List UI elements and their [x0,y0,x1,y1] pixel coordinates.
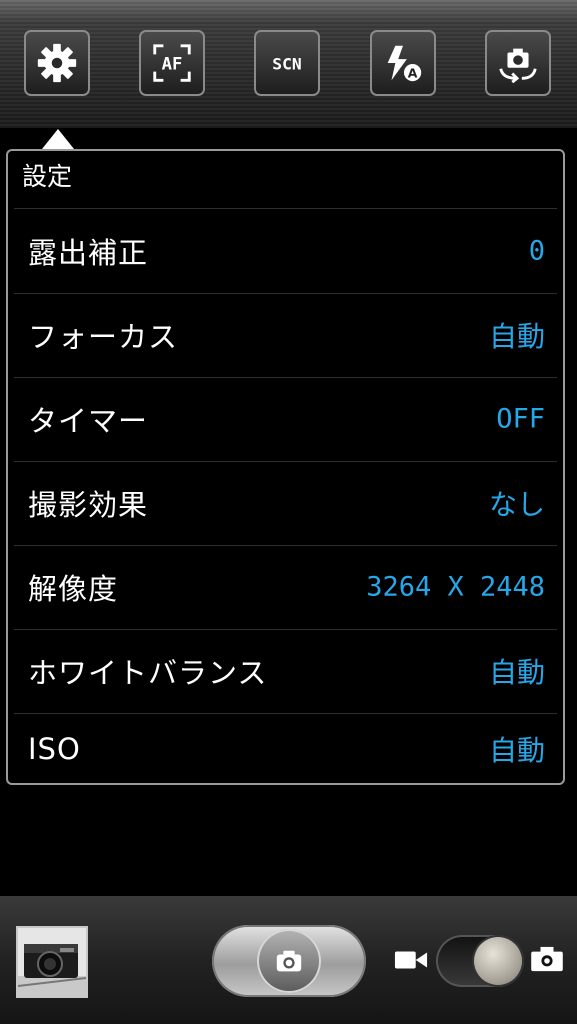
setting-label: 撮影効果 [28,488,149,522]
setting-value: なし [488,488,545,521]
af-focus-icon: AF [153,44,191,82]
shutter-knob [257,929,321,993]
setting-label: フォーカス [28,320,179,354]
flash-auto-glyph: A [408,65,418,80]
top-toolbar: AF SCN A [0,0,577,128]
scn-glyph: SCN [272,55,301,74]
setting-row-effect[interactable]: 撮影効果 なし [8,461,563,545]
menu-pointer [42,129,74,149]
setting-row-focus[interactable]: フォーカス 自動 [8,293,563,377]
shutter-button[interactable] [212,925,366,997]
af-glyph: AF [162,55,183,75]
setting-row-exposure[interactable]: 露出補正 0 [8,209,563,293]
last-photo-thumbnail[interactable] [16,926,88,998]
setting-value: 自動 [488,734,545,767]
toggle-knob[interactable] [474,937,522,985]
setting-label: ISO [28,732,81,766]
setting-label: タイマー [28,404,149,438]
setting-value: 0 [528,235,545,267]
switch-camera-button[interactable] [485,30,551,96]
setting-row-iso[interactable]: ISO 自動 [8,713,563,785]
setting-row-resolution[interactable]: 解像度 3264 X 2448 [8,545,563,629]
video-icon [394,951,428,969]
setting-row-white-balance[interactable]: ホワイトバランス 自動 [8,629,563,713]
panel-title: 設定 [22,162,73,191]
settings-button[interactable] [24,30,90,96]
thumbnail-image [18,928,86,996]
flash-button[interactable]: A [370,30,436,96]
setting-value: 自動 [488,656,545,689]
af-button[interactable]: AF [139,30,205,96]
setting-label: 解像度 [28,572,119,606]
scene-mode-icon: SCN [272,55,301,74]
camera-shutter-icon [276,950,302,972]
scene-mode-button[interactable]: SCN [254,30,320,96]
setting-value: 3264 X 2448 [366,571,545,603]
setting-row-timer[interactable]: タイマー OFF [8,377,563,461]
settings-panel: 設定 露出補正 0 フォーカス 自動 タイマー OFF 撮影効果 なし 解像度 … [6,149,565,785]
camera-icon [531,946,563,972]
setting-label: 露出補正 [28,236,149,270]
switch-camera-icon [499,48,537,84]
flash-auto-icon: A [387,45,422,82]
setting-value: OFF [496,403,545,435]
setting-value: 自動 [488,320,545,353]
setting-label: ホワイトバランス [28,656,268,690]
gear-icon [37,43,77,83]
